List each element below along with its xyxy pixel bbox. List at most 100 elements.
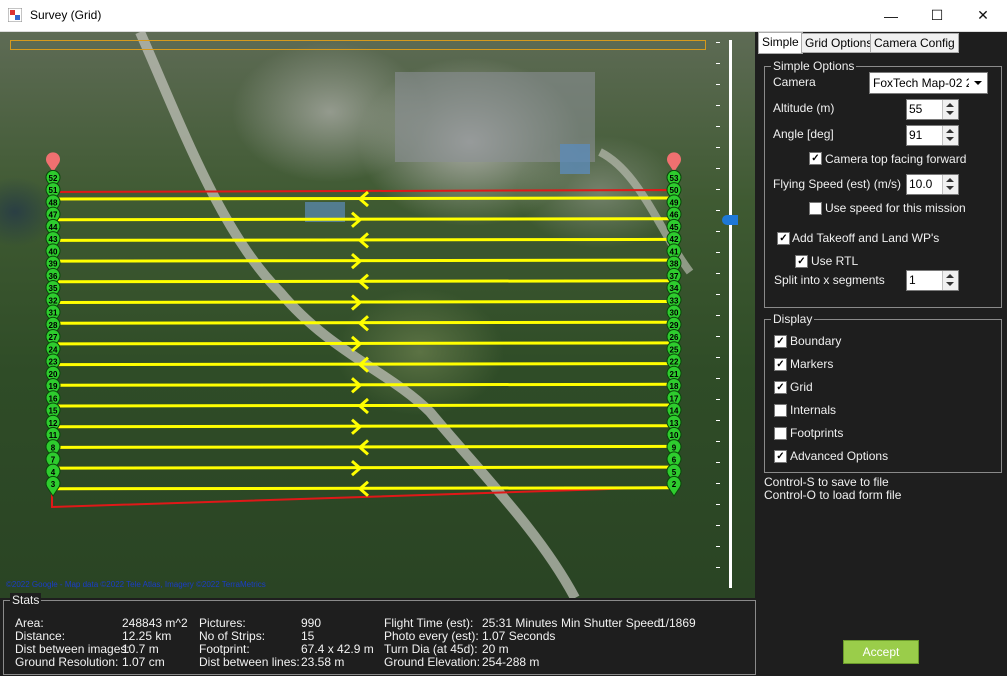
zoom-slider-handle[interactable]: [722, 215, 738, 226]
zoom-tick: [716, 357, 720, 358]
takeoff-land-label: Add Takeoff and Land WP's: [792, 231, 940, 245]
load-hint: Control-O to load form file: [764, 488, 902, 502]
minimize-button[interactable]: —: [868, 0, 914, 31]
map-overlay: 5251484744434039363532312827242320191615…: [45, 32, 694, 598]
waypoint-label: 23: [49, 358, 58, 367]
zoom-tick: [716, 504, 720, 505]
map-attribution: ©2022 Google - Map data ©2022 Tele Atlas…: [6, 580, 266, 589]
split-spinner[interactable]: 1: [906, 270, 959, 291]
stat-dist-lines-label: Dist between lines:: [199, 655, 300, 669]
markers-left: 5251484744434039363532312827242320191615…: [45, 152, 61, 497]
waypoint-label: 26: [670, 333, 679, 342]
display-title: Display: [771, 312, 815, 326]
spinner-arrows[interactable]: [942, 100, 958, 119]
zoom-tick: [716, 567, 720, 568]
zoom-tick: [716, 105, 720, 106]
zoom-tick: [716, 294, 720, 295]
zoom-tick: [716, 273, 720, 274]
waypoint-label: 47: [49, 211, 58, 220]
zoom-tick: [716, 42, 720, 43]
waypoint-label: 29: [670, 321, 679, 330]
tab-simple[interactable]: Simple: [758, 32, 803, 54]
spinner-arrows[interactable]: [942, 175, 958, 194]
stat-turn-dia-label: Turn Dia (at 45d):: [384, 642, 478, 656]
waypoint-label: 52: [49, 174, 58, 183]
waypoint-label: 5: [672, 468, 677, 477]
stat-strips-value: 15: [301, 629, 315, 643]
zoom-tick: [716, 126, 720, 127]
waypoint-label: 40: [49, 247, 58, 256]
stats-group: Stats Area: 248843 m^2 Distance: 12.25 k…: [3, 593, 756, 675]
camera-label: Camera: [773, 75, 816, 89]
spinner-arrows[interactable]: [942, 126, 958, 145]
grid-checkbox[interactable]: ✓: [774, 381, 787, 394]
advanced-options-checkbox[interactable]: ✓: [774, 450, 787, 463]
waypoint-label: 27: [49, 333, 58, 342]
angle-label: Angle [deg]: [773, 127, 834, 141]
boundary-checkbox[interactable]: ✓: [774, 335, 787, 348]
waypoint-label: 31: [49, 309, 58, 318]
altitude-label: Altitude (m): [773, 101, 835, 115]
waypoint-label: 53: [670, 174, 679, 183]
simple-options-title: Simple Options: [771, 59, 857, 73]
internals-checkbox[interactable]: [774, 404, 787, 417]
map-view[interactable]: 52 51 48 47 44 43 40 39 36 35 32 31 28 27 24 23 20 19 16 15…: [0, 32, 755, 598]
stat-ground-res-label: Ground Resolution:: [15, 655, 119, 669]
spin-down-icon: [946, 186, 954, 190]
footprints-checkbox[interactable]: [774, 427, 787, 440]
spin-down-icon: [946, 282, 954, 286]
zoom-tick: [716, 378, 720, 379]
waypoint-label: 28: [49, 321, 58, 330]
zoom-tick: [716, 315, 720, 316]
flying-speed-spinner[interactable]: 10.0: [906, 174, 959, 195]
endpoint-marker[interactable]: [667, 152, 681, 172]
camera-top-checkbox[interactable]: ✓: [809, 152, 822, 165]
waypoint-label: 17: [670, 394, 679, 403]
waypoint-label: 32: [49, 296, 58, 305]
tab-camera-config[interactable]: Camera Config: [870, 33, 959, 53]
chevron-down-icon: [974, 81, 982, 85]
zoom-tick: [716, 525, 720, 526]
markers-right: 5350494645424138373433302926252221181714…: [666, 152, 682, 497]
waypoint-label: 43: [49, 235, 58, 244]
waypoint-label: 34: [670, 284, 679, 293]
close-button[interactable]: ✕: [960, 0, 1006, 31]
endpoint-marker[interactable]: [45, 152, 60, 172]
stat-pictures-value: 990: [301, 616, 322, 630]
camera-select[interactable]: FoxTech Map-02 20: [869, 72, 988, 94]
zoom-tick: [716, 252, 720, 253]
boundary-label: Boundary: [790, 334, 842, 348]
waypoint-label: 10: [670, 431, 679, 440]
zoom-tick: [716, 546, 720, 547]
stat-dist-images-label: Dist between images:: [15, 642, 130, 656]
accept-button[interactable]: Accept: [843, 640, 919, 664]
tab-grid-options[interactable]: Grid Options: [801, 33, 877, 53]
waypoint-label: 35: [49, 284, 58, 293]
zoom-tick: [716, 420, 720, 421]
waypoint-label: 4: [51, 468, 56, 477]
use-speed-checkbox[interactable]: [809, 202, 822, 215]
use-rtl-checkbox[interactable]: ✓: [795, 255, 808, 268]
stat-distance-label: Distance:: [15, 629, 66, 643]
takeoff-land-checkbox[interactable]: ✓: [777, 232, 790, 245]
stat-ground-res-value: 1.07 cm: [122, 655, 165, 669]
maximize-button[interactable]: ☐: [914, 0, 960, 31]
spin-up-icon: [946, 274, 954, 278]
stat-flight-time-value: 25:31 Minutes: [482, 616, 558, 630]
zoom-slider-track[interactable]: [729, 40, 732, 588]
zoom-tick: [716, 399, 720, 400]
waypoint-label: 13: [670, 419, 679, 428]
internals-label: Internals: [790, 403, 837, 417]
stat-dist-images-value: 10.7 m: [122, 642, 159, 656]
altitude-spinner[interactable]: 55: [906, 99, 959, 120]
markers-checkbox[interactable]: ✓: [774, 358, 787, 371]
waypoint-label: 22: [670, 358, 679, 367]
waypoint-label: 7: [51, 456, 56, 465]
spin-down-icon: [946, 111, 954, 115]
angle-spinner[interactable]: 91: [906, 125, 959, 146]
spinner-arrows[interactable]: [942, 271, 958, 290]
stat-ground-elev-value: 254-288 m: [482, 655, 540, 669]
waypoint-label: 11: [49, 431, 58, 440]
zoom-tick: [716, 210, 720, 211]
grid-line: [54, 341, 671, 346]
